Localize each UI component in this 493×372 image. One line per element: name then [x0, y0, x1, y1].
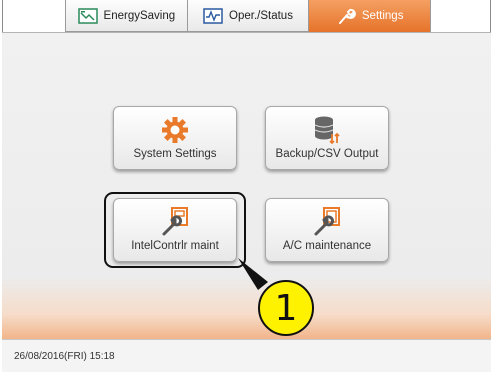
button-label: Backup/CSV Output: [275, 148, 379, 160]
wrench-icon: [336, 8, 356, 24]
tab-label: EnergySaving: [103, 9, 176, 22]
tab-label: Oper./Status: [229, 9, 293, 22]
tab-oper-status[interactable]: Oper./Status: [187, 0, 310, 32]
tab-settings[interactable]: Settings: [309, 0, 432, 32]
ac-maintenance-icon: [313, 207, 341, 237]
tab-bar: EnergySaving Oper./Status Settings: [65, 0, 432, 32]
system-settings-button[interactable]: System Settings: [113, 106, 237, 170]
tab-label: Settings: [361, 10, 404, 22]
callout-number: 1: [274, 287, 298, 329]
tab-energy-saving[interactable]: EnergySaving: [66, 0, 188, 32]
waveform-icon: [203, 7, 223, 24]
datetime-readout: 26/08/2016(FRI) 15:18: [14, 350, 115, 362]
gear-icon: [161, 115, 189, 145]
energy-chart-icon: [77, 7, 98, 24]
callout-number-badge: 1: [258, 280, 314, 336]
button-label: System Settings: [133, 148, 217, 160]
status-bar: 26/08/2016(FRI) 15:18: [2, 339, 491, 372]
database-transfer-icon: [313, 115, 341, 145]
backup-csv-output-button[interactable]: Backup/CSV Output: [265, 106, 389, 170]
button-label: A/C maintenance: [282, 240, 372, 252]
